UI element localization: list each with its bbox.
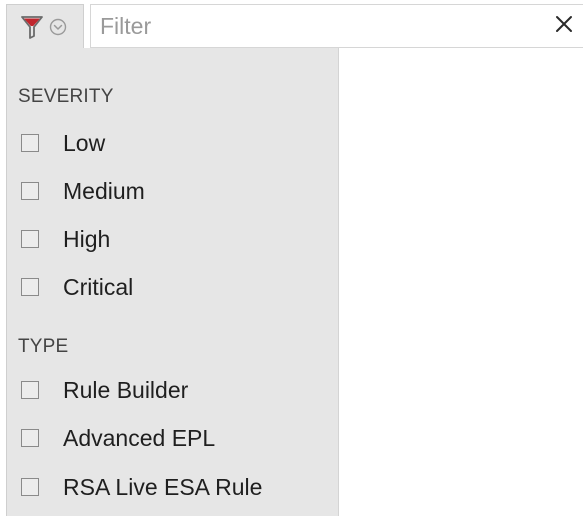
filter-dropdown-panel: SEVERITY Low Medium High Critical TYPE R…	[6, 48, 339, 516]
checkbox[interactable]	[21, 381, 39, 399]
option-label: Advanced EPL	[63, 424, 216, 451]
option-label: Critical	[63, 273, 134, 300]
filter-input[interactable]	[91, 5, 531, 47]
option-type-advanced-epl[interactable]: Advanced EPL	[21, 421, 215, 455]
chevron-down-circle-icon	[49, 18, 67, 36]
option-severity-high[interactable]: High	[21, 222, 110, 256]
close-icon	[555, 15, 573, 38]
funnel-icon	[21, 15, 43, 39]
section-heading-severity: SEVERITY	[18, 86, 114, 107]
filter-toggle-button[interactable]	[6, 4, 84, 48]
checkbox[interactable]	[21, 230, 39, 248]
option-type-rule-builder[interactable]: Rule Builder	[21, 373, 188, 407]
option-severity-low[interactable]: Low	[21, 126, 105, 160]
checkbox[interactable]	[21, 134, 39, 152]
option-label: RSA Live ESA Rule	[63, 473, 263, 500]
section-heading-type: TYPE	[18, 336, 69, 357]
checkbox[interactable]	[21, 278, 39, 296]
option-label: Medium	[63, 177, 145, 204]
option-severity-medium[interactable]: Medium	[21, 174, 145, 208]
option-severity-critical[interactable]: Critical	[21, 270, 133, 304]
option-type-rsa-live-esa-rule[interactable]: RSA Live ESA Rule	[21, 470, 262, 504]
checkbox[interactable]	[21, 478, 39, 496]
option-label: High	[63, 225, 111, 252]
option-label: Rule Builder	[63, 376, 189, 403]
clear-filter-button[interactable]	[549, 11, 579, 41]
filter-field	[90, 4, 583, 48]
option-label: Low	[63, 129, 106, 156]
checkbox[interactable]	[21, 429, 39, 447]
checkbox[interactable]	[21, 182, 39, 200]
